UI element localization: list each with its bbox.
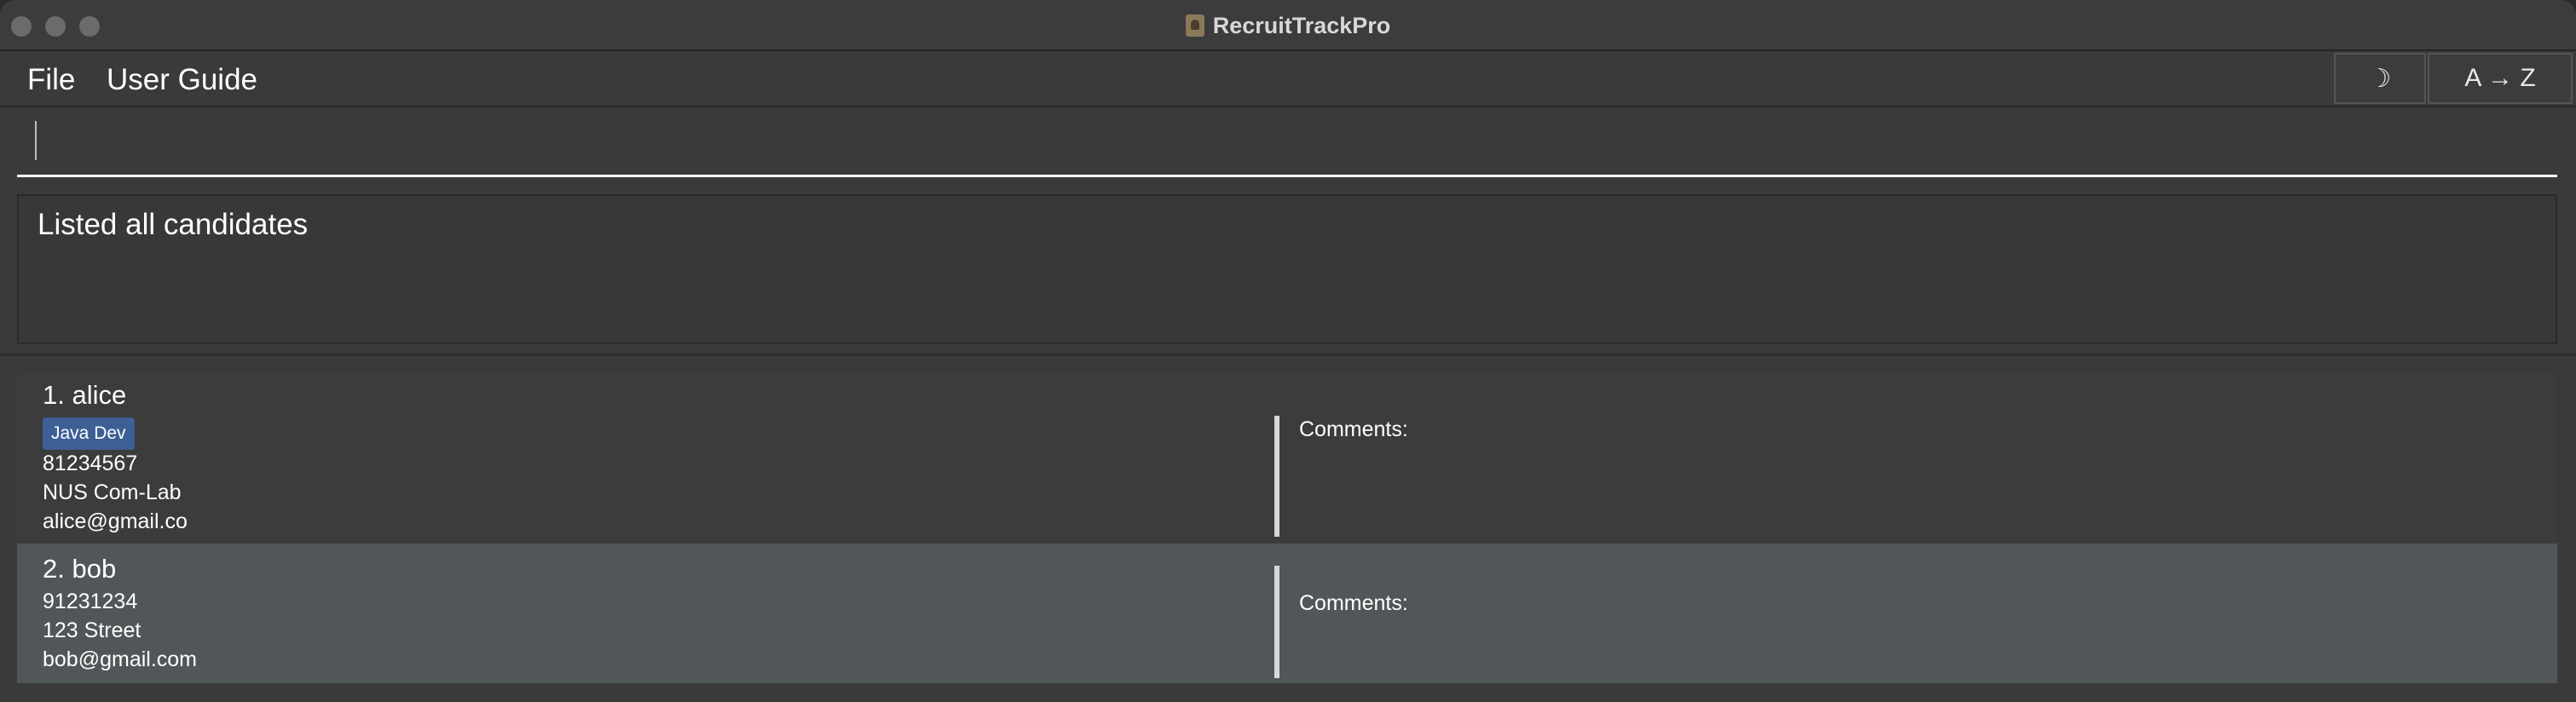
split-divider[interactable] xyxy=(0,353,2576,356)
result-display: Listed all candidates xyxy=(17,194,2557,344)
candidate-card[interactable]: 2. bob 91231234 123 Street bob@gmail.com… xyxy=(17,544,2557,683)
candidate-list: 1. alice Java Dev 81234567 NUS Com-Lab a… xyxy=(17,371,2557,702)
app-icon xyxy=(1185,14,1204,37)
text-caret xyxy=(35,121,37,160)
candidate-email: bob@gmail.com xyxy=(43,647,198,671)
theme-toggle-button[interactable]: ☽ xyxy=(2334,53,2426,104)
bottom-strip xyxy=(0,683,2576,702)
sort-label: A → Z xyxy=(2464,64,2536,92)
menu-file[interactable]: File xyxy=(27,60,75,101)
candidate-card[interactable]: 1. alice Java Dev 81234567 NUS Com-Lab a… xyxy=(17,371,2557,544)
menu-bar: File User Guide ☽ A → Z xyxy=(0,53,2576,107)
comments-divider xyxy=(1274,416,1279,537)
command-input[interactable] xyxy=(17,118,2557,177)
candidate-tag: Java Dev xyxy=(43,417,135,450)
command-box xyxy=(0,109,2576,186)
candidate-phone: 81234567 xyxy=(43,452,138,475)
comments-label: Comments: xyxy=(1299,417,1408,441)
candidate-address: 123 Street xyxy=(43,619,142,642)
title-bar[interactable]: RecruitTrackPro xyxy=(0,0,2576,51)
window-title: RecruitTrackPro xyxy=(1212,12,1391,38)
candidate-address: NUS Com-Lab xyxy=(43,480,182,504)
comments-divider xyxy=(1274,566,1279,678)
result-message: Listed all candidates xyxy=(38,208,309,241)
candidate-name: 2. bob xyxy=(43,554,117,584)
candidate-phone: 91231234 xyxy=(43,590,138,613)
candidate-email: alice@gmail.co xyxy=(43,509,188,533)
app-window: RecruitTrackPro File User Guide ☽ A → Z … xyxy=(0,0,2576,702)
moon-icon: ☽ xyxy=(2368,64,2392,93)
comments-label: Comments: xyxy=(1299,591,1408,615)
menu-user-guide[interactable]: User Guide xyxy=(107,60,257,101)
sort-button[interactable]: A → Z xyxy=(2428,53,2573,104)
window-title-group: RecruitTrackPro xyxy=(0,0,2576,51)
candidate-name: 1. alice xyxy=(43,380,127,410)
